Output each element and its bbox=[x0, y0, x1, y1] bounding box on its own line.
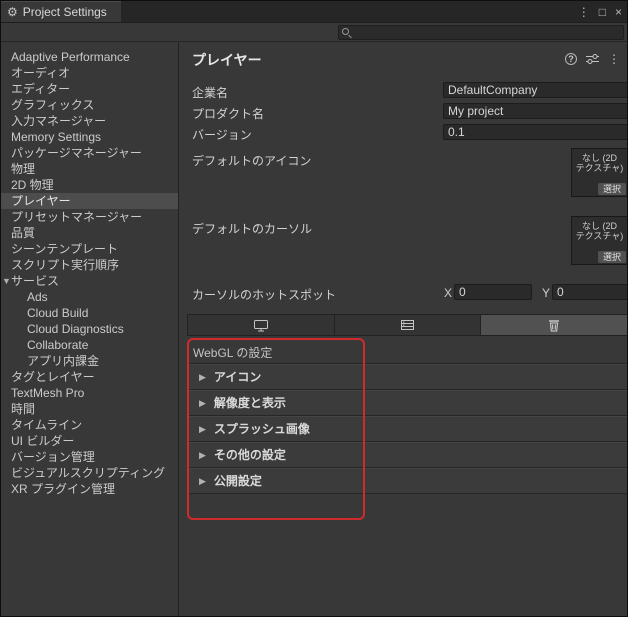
foldout-resolution-and-presentation[interactable]: ▶ 解像度と表示 bbox=[187, 390, 627, 416]
foldout-icon[interactable]: ▶ アイコン bbox=[187, 364, 627, 390]
chevron-right-icon: ▶ bbox=[199, 372, 206, 382]
hotspot-x-input[interactable] bbox=[454, 284, 532, 300]
select-icon-button[interactable]: 選択 bbox=[597, 183, 626, 195]
webgl-foldout-list: ▶ アイコン ▶ 解像度と表示 ▶ スプラッシュ画像 ▶ その他の設定 ▶ 公開… bbox=[187, 363, 627, 494]
select-cursor-button[interactable]: 選択 bbox=[597, 251, 626, 263]
sidebar-item-textmesh-pro[interactable]: TextMesh Pro bbox=[1, 385, 178, 401]
monitor-icon bbox=[253, 319, 268, 331]
product-name-input[interactable] bbox=[443, 103, 627, 119]
sidebar-item-visual-scripting[interactable]: ビジュアルスクリプティング bbox=[1, 465, 178, 481]
default-icon-label: デフォルトのアイコン bbox=[192, 154, 312, 168]
player-settings-pane: プレイヤー ? ⋮ 企業名 プロダクト名 バージョン デフォルトのアイコン なし… bbox=[180, 42, 627, 616]
foldout-label: その他の設定 bbox=[213, 448, 286, 462]
foldout-other-settings[interactable]: ▶ その他の設定 bbox=[187, 442, 627, 468]
sidebar-item-audio[interactable]: オーディオ bbox=[1, 65, 178, 81]
gear-icon: ⚙ bbox=[7, 5, 18, 19]
sidebar-item-quality[interactable]: 品質 bbox=[1, 225, 178, 241]
sidebar-item-xr-plugin-management[interactable]: XR プラグイン管理 bbox=[1, 481, 178, 497]
product-name-label: プロダクト名 bbox=[192, 107, 265, 121]
settings-category-list: Adaptive Performance オーディオ エディター グラフィックス… bbox=[1, 42, 179, 616]
sidebar-item-memory-settings[interactable]: Memory Settings bbox=[1, 129, 178, 145]
sidebar-item-player[interactable]: プレイヤー bbox=[1, 193, 178, 209]
sidebar-item-graphics[interactable]: グラフィックス bbox=[1, 97, 178, 113]
sidebar-item-ui-builder[interactable]: UI ビルダー bbox=[1, 433, 178, 449]
webgl-icon bbox=[549, 319, 560, 331]
sidebar-item-timeline[interactable]: タイムライン bbox=[1, 417, 178, 433]
window-title: Project Settings bbox=[22, 5, 107, 19]
settings-toolbar bbox=[1, 22, 627, 42]
default-icon-picker[interactable]: なし (2D テクスチャ) 選択 bbox=[571, 148, 627, 197]
header-icons: ? ⋮ bbox=[565, 53, 620, 65]
tab-standalone[interactable] bbox=[188, 315, 335, 335]
sidebar-item-scene-template[interactable]: シーンテンプレート bbox=[1, 241, 178, 257]
sidebar-item-input-manager[interactable]: 入力マネージャー bbox=[1, 113, 178, 129]
sidebar-item-package-manager[interactable]: パッケージマネージャー bbox=[1, 145, 178, 161]
window-menu-icon[interactable]: ⋮ bbox=[578, 6, 590, 18]
cursor-hotspot-label: カーソルのホットスポット bbox=[192, 288, 337, 302]
foldout-publishing-settings[interactable]: ▶ 公開設定 bbox=[187, 468, 627, 494]
hotspot-y-label: Y bbox=[542, 286, 551, 300]
search-input[interactable] bbox=[338, 25, 624, 40]
chevron-right-icon: ▶ bbox=[199, 476, 206, 486]
sidebar-item-physics-2d[interactable]: 2D 物理 bbox=[1, 177, 178, 193]
tab-dedicated-server[interactable] bbox=[334, 315, 482, 335]
platform-tab-bar bbox=[187, 314, 627, 336]
foldout-label: アイコン bbox=[213, 370, 262, 384]
foldout-label: 解像度と表示 bbox=[213, 396, 286, 410]
preset-icon[interactable] bbox=[586, 53, 599, 65]
sidebar-item-label: サービス bbox=[11, 274, 60, 288]
help-icon[interactable]: ? bbox=[565, 53, 577, 65]
sidebar-item-editor[interactable]: エディター bbox=[1, 81, 178, 97]
company-name-input[interactable] bbox=[443, 82, 627, 98]
sidebar-item-collaborate[interactable]: Collaborate bbox=[1, 337, 178, 353]
version-input[interactable] bbox=[443, 124, 627, 140]
thumb-label-line2: テクスチャ) bbox=[575, 163, 624, 173]
search-icon bbox=[342, 28, 349, 35]
chevron-right-icon: ▶ bbox=[199, 398, 206, 408]
page-title: プレイヤー bbox=[192, 52, 262, 68]
window-close-icon[interactable]: × bbox=[615, 6, 622, 18]
sidebar-item-script-execution-order[interactable]: スクリプト実行順序 bbox=[1, 257, 178, 273]
window-controls: ⋮ □ × bbox=[578, 1, 622, 22]
sidebar-item-tags-and-layers[interactable]: タグとレイヤー bbox=[1, 369, 178, 385]
sidebar-item-version-control[interactable]: バージョン管理 bbox=[1, 449, 178, 465]
foldout-label: スプラッシュ画像 bbox=[213, 422, 310, 436]
default-cursor-picker[interactable]: なし (2D テクスチャ) 選択 bbox=[571, 216, 627, 265]
default-cursor-label: デフォルトのカーソル bbox=[192, 222, 313, 236]
hotspot-y-input[interactable] bbox=[552, 284, 627, 300]
chevron-right-icon: ▶ bbox=[199, 450, 206, 460]
tab-webgl[interactable] bbox=[481, 315, 627, 335]
hotspot-x-label: X bbox=[444, 286, 453, 300]
thumb-label-line1: なし (2D bbox=[581, 221, 617, 231]
sidebar-item-cloud-build[interactable]: Cloud Build bbox=[1, 305, 178, 321]
window-maximize-icon[interactable]: □ bbox=[599, 6, 606, 18]
server-icon bbox=[401, 320, 414, 330]
chevron-right-icon: ▶ bbox=[199, 424, 206, 434]
triangle-down-icon: ▼ bbox=[2, 276, 11, 286]
thumb-label-line2: テクスチャ) bbox=[575, 231, 624, 241]
webgl-settings-header: WebGL の設定 bbox=[193, 346, 273, 360]
project-settings-window: ⚙ Project Settings ⋮ □ × Adaptive Perfor… bbox=[0, 0, 628, 617]
window-tab-project-settings[interactable]: ⚙ Project Settings bbox=[1, 1, 121, 22]
sidebar-item-ads[interactable]: Ads bbox=[1, 289, 178, 305]
foldout-splash-image[interactable]: ▶ スプラッシュ画像 bbox=[187, 416, 627, 442]
sidebar-item-cloud-diagnostics[interactable]: Cloud Diagnostics bbox=[1, 321, 178, 337]
thumb-label: なし (2D テクスチャ) bbox=[572, 149, 627, 173]
sidebar-item-physics[interactable]: 物理 bbox=[1, 161, 178, 177]
sidebar-item-services[interactable]: ▼ サービス bbox=[1, 273, 178, 289]
sidebar-item-adaptive-performance[interactable]: Adaptive Performance bbox=[1, 49, 178, 65]
version-label: バージョン bbox=[192, 128, 252, 142]
thumb-label: なし (2D テクスチャ) bbox=[572, 217, 627, 241]
company-name-label: 企業名 bbox=[192, 86, 229, 100]
window-titlebar: ⚙ Project Settings ⋮ □ × bbox=[1, 1, 627, 22]
foldout-label: 公開設定 bbox=[213, 474, 262, 488]
thumb-label-line1: なし (2D bbox=[581, 153, 617, 163]
sidebar-item-preset-manager[interactable]: プリセットマネージャー bbox=[1, 209, 178, 225]
kebab-menu-icon[interactable]: ⋮ bbox=[608, 53, 620, 65]
sidebar-item-in-app-purchasing[interactable]: アプリ内課金 bbox=[1, 353, 178, 369]
sidebar-item-time[interactable]: 時間 bbox=[1, 401, 178, 417]
